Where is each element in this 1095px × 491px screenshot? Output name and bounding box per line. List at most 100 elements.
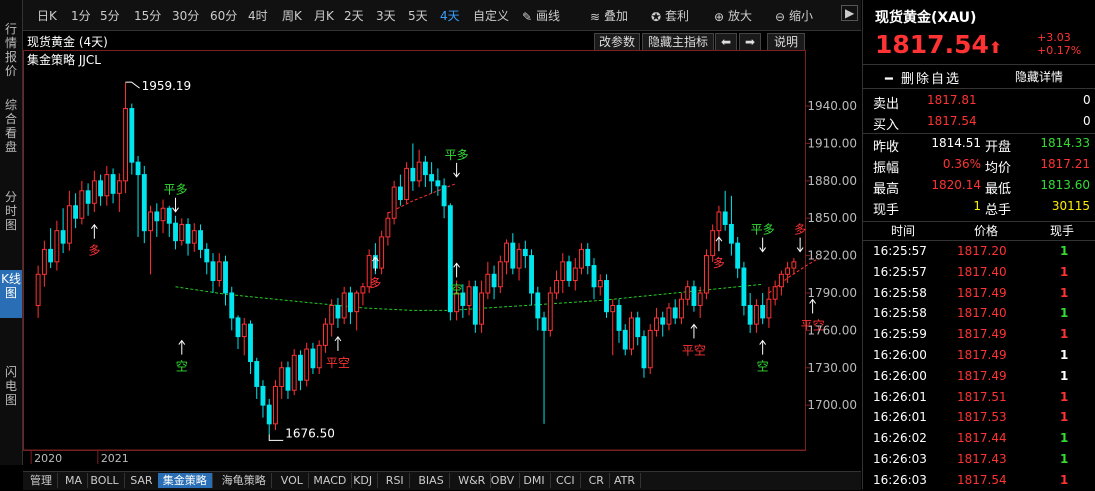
- candle-body: [385, 217, 391, 238]
- indicator-tab[interactable]: VOL: [276, 473, 309, 488]
- stat-value: 0.36%: [942, 157, 981, 171]
- candle-body: [185, 223, 191, 244]
- indicator-tab[interactable]: BIAS: [413, 473, 450, 488]
- candle: [354, 290, 360, 331]
- overlay-button[interactable]: ≋ 叠加: [590, 7, 628, 24]
- stat-value: 1817.21: [1040, 157, 1090, 171]
- candle-body: [291, 354, 297, 391]
- prev-button[interactable]: ⬅: [715, 33, 737, 51]
- period-month[interactable]: 月K: [314, 7, 334, 24]
- zoom-in-button[interactable]: ⊕ 放大: [714, 7, 752, 24]
- signal-label: 平多: [164, 183, 188, 197]
- hide-details-button[interactable]: 隐藏详情: [1015, 68, 1063, 85]
- tick-header-time: 时间: [891, 224, 916, 238]
- y-tick-label: 1850.00: [807, 211, 857, 225]
- indicator-tab[interactable]: DMI: [518, 473, 551, 488]
- candle-body: [410, 167, 416, 182]
- stat-label: 振幅: [873, 161, 900, 176]
- candle-body: [341, 292, 347, 319]
- left-tab-kline[interactable]: K线图: [0, 270, 22, 318]
- zoom-out-button[interactable]: ⊖ 缩小: [775, 7, 813, 24]
- period-2day[interactable]: 2天: [344, 7, 364, 24]
- indicator-tab[interactable]: MACD: [308, 473, 353, 488]
- stat-label: 最低: [985, 182, 1012, 197]
- signal-marker: 平多: [164, 183, 188, 213]
- candle: [422, 155, 428, 188]
- indicator-tab[interactable]: OBV: [486, 473, 521, 488]
- draw-line-button[interactable]: ✎ 画线: [522, 7, 560, 24]
- candle-body: [104, 174, 110, 197]
- period-15min[interactable]: 15分: [134, 7, 161, 24]
- arrow-right-icon: ➡: [744, 35, 756, 49]
- indicator-tab[interactable]: 海龟策略: [217, 473, 272, 488]
- left-tab-overview[interactable]: 综合看盘: [0, 98, 22, 154]
- period-custom[interactable]: 自定义: [473, 7, 509, 24]
- signal-marker: 空: [757, 339, 769, 374]
- candle-body: [647, 329, 653, 369]
- tick-row: 16:26:01 1817.51 1: [863, 390, 1095, 408]
- indicator-tab[interactable]: 管理: [25, 473, 58, 488]
- candle-body: [585, 248, 591, 267]
- candle: [635, 311, 641, 346]
- period-week[interactable]: 周K: [282, 7, 302, 24]
- candle: [679, 292, 684, 325]
- candle: [654, 307, 659, 337]
- kline-chart[interactable]: 多平多空 平空多平多空平空多平多空多平空 1940.001910.001880.0…: [23, 50, 861, 470]
- period-1min[interactable]: 1分: [71, 7, 91, 24]
- help-button[interactable]: 说明: [767, 33, 805, 51]
- delete-watchlist-button[interactable]: ━ 删除自选: [885, 68, 961, 87]
- tick-header-volume: 现手: [1050, 224, 1075, 238]
- indicator-tab[interactable]: CCI: [551, 473, 581, 488]
- tick-volume: 1: [1060, 431, 1069, 446]
- indicator-tab[interactable]: 集金策略: [157, 473, 213, 488]
- hide-indicator-button[interactable]: 隐藏主指标: [642, 33, 714, 51]
- candle: [273, 380, 278, 431]
- tick-volume: 1: [1060, 306, 1069, 321]
- left-tab-timeshare[interactable]: 分时图: [0, 190, 22, 232]
- candle: [166, 205, 172, 237]
- period-5day[interactable]: 5天: [408, 7, 428, 24]
- period-5min[interactable]: 5分: [100, 7, 120, 24]
- tick-price: 1817.51: [957, 389, 1007, 404]
- candle: [404, 162, 410, 204]
- price-change-pct: +0.17%: [1037, 44, 1082, 57]
- period-60min[interactable]: 60分: [210, 7, 237, 24]
- candle-body: [666, 307, 672, 325]
- stat-label: 现手: [873, 203, 900, 218]
- y-tick-label: 1730.00: [807, 361, 857, 375]
- collapse-panel-button[interactable]: ▶: [841, 5, 859, 21]
- tick-row: 16:26:00 1817.49 1: [863, 369, 1095, 387]
- period-4h[interactable]: 4时: [248, 7, 268, 24]
- period-4day[interactable]: 4天: [440, 7, 460, 24]
- tick-price: 1817.54: [957, 472, 1007, 487]
- candle-body: [429, 174, 435, 182]
- candle-body: [766, 298, 772, 319]
- indicator-tab[interactable]: ATR: [609, 473, 642, 488]
- candle-body: [48, 248, 54, 263]
- left-tab-flash[interactable]: 闪电图: [0, 365, 22, 407]
- left-tab-quotes[interactable]: 行情报价: [0, 22, 22, 78]
- indicator-tab[interactable]: CR: [584, 473, 610, 488]
- period-30min[interactable]: 30分: [172, 7, 199, 24]
- indicator-tab[interactable]: KDJ: [348, 473, 379, 488]
- candle: [766, 286, 772, 328]
- indicator-tab[interactable]: RSI: [381, 473, 410, 488]
- stat-value: 30115: [1051, 199, 1090, 213]
- candle: [472, 280, 478, 333]
- indicator-tab[interactable]: MA: [60, 473, 89, 488]
- edit-params-button[interactable]: 改参数: [594, 33, 640, 51]
- delete-watchlist-label: 删除自选: [900, 72, 961, 87]
- indicator-tab[interactable]: BOLL: [85, 473, 125, 488]
- indicator-tab[interactable]: SAR: [125, 473, 159, 488]
- candle-body: [141, 174, 147, 232]
- tick-price: 1817.53: [957, 410, 1007, 425]
- period-3day[interactable]: 3天: [376, 7, 396, 24]
- next-button[interactable]: ➡: [739, 33, 761, 51]
- candle-body: [510, 242, 516, 269]
- candle: [785, 261, 791, 284]
- period-day[interactable]: 日K: [37, 7, 57, 24]
- candle: [728, 195, 734, 256]
- arbitrage-button[interactable]: ✪ 套利: [651, 7, 689, 24]
- candle: [735, 236, 741, 279]
- candle-body: [485, 273, 491, 294]
